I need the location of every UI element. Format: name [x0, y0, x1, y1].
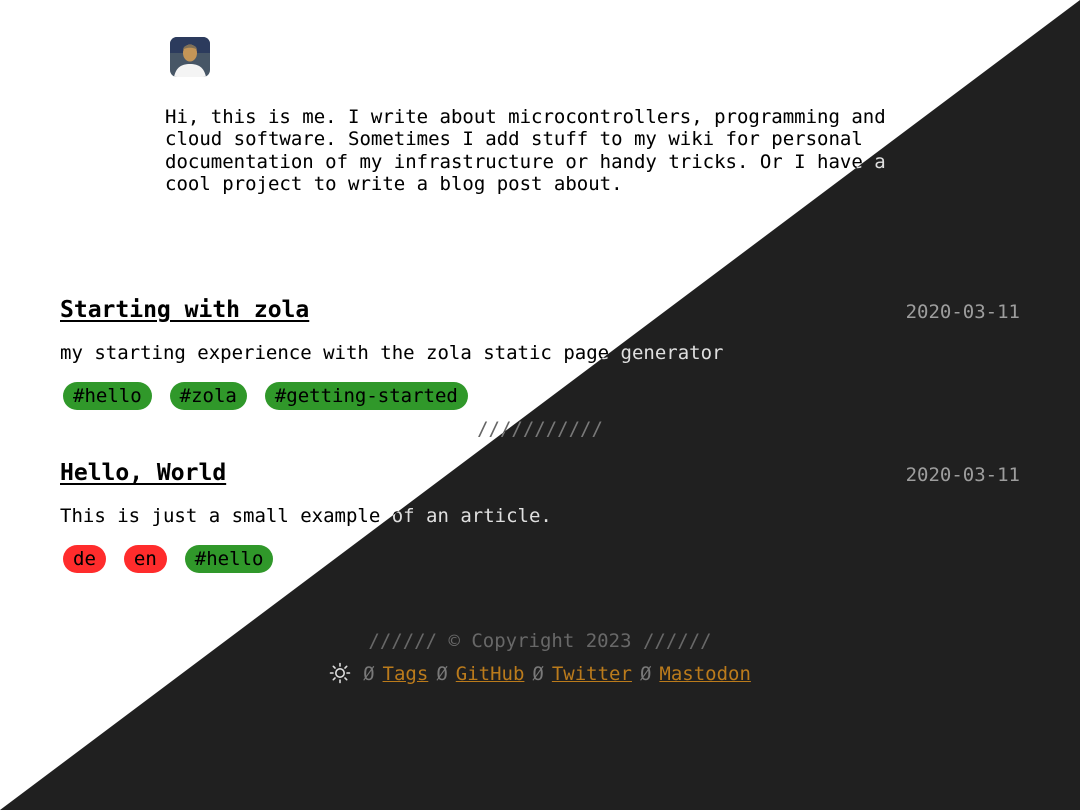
footer-separator: Ø	[363, 663, 375, 685]
footer-link-twitter[interactable]: Twitter	[552, 663, 632, 685]
footer-link-tags[interactable]: Tags	[383, 663, 429, 685]
post-tags: #hello #zola #getting-started	[63, 382, 486, 410]
post-date: 2020-03-11	[905, 301, 1020, 323]
footer-separator: Ø	[436, 663, 448, 685]
tag-hello[interactable]: #hello	[184, 545, 274, 573]
post-description: my starting experience with the zola sta…	[60, 342, 724, 364]
footer-copyright: ////// © Copyright 2023 //////	[368, 630, 712, 652]
sun-icon[interactable]	[329, 662, 351, 684]
post-description: This is just a small example of an artic…	[60, 505, 552, 527]
tag-hello[interactable]: #hello	[63, 382, 152, 410]
bio-text: Hi, this is me. I write about microcontr…	[165, 106, 886, 195]
post-date: 2020-03-11	[905, 464, 1020, 486]
tag-getting-started[interactable]: #getting-started	[264, 382, 468, 410]
page-content: Hi, this is me. I write about microcontr…	[0, 0, 1080, 810]
tag-en[interactable]: en	[123, 545, 167, 573]
footer-nav: Ø Tags Ø GitHub Ø Twitter Ø Mastodon	[0, 662, 1080, 685]
avatar[interactable]	[170, 37, 210, 77]
tag-de[interactable]: de	[63, 545, 106, 573]
footer-separator: Ø	[639, 663, 652, 685]
post-title-link[interactable]: Hello, World	[60, 460, 226, 486]
avatar-image	[170, 37, 210, 77]
post-separator: ///////////	[477, 418, 603, 440]
footer-separator: Ø	[532, 663, 544, 685]
post-tags: de en #hello	[63, 545, 291, 573]
post-title-link[interactable]: Starting with zola	[60, 297, 309, 323]
footer-link-mastodon[interactable]: Mastodon	[659, 663, 751, 685]
footer-link-github[interactable]: GitHub	[456, 663, 525, 685]
tag-zola[interactable]: #zola	[169, 382, 247, 410]
